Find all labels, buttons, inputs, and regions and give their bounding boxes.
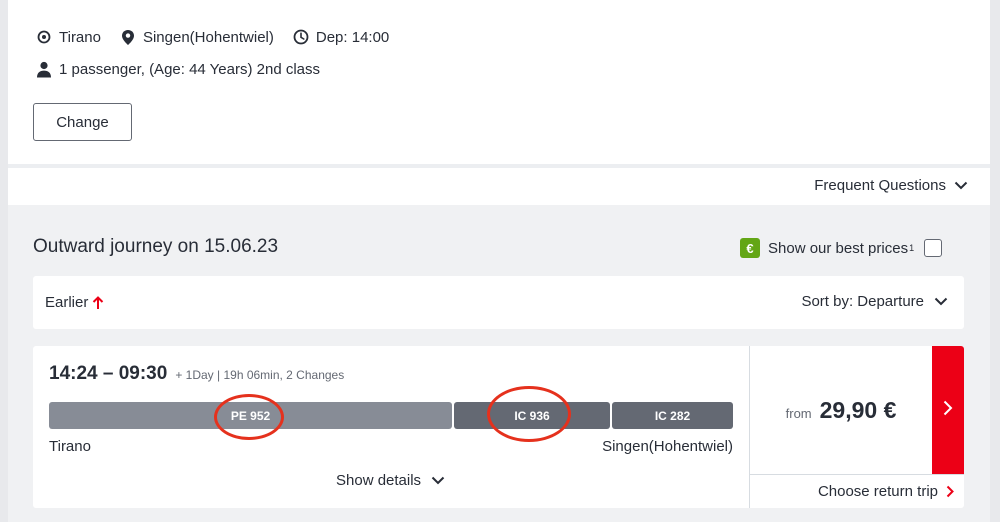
segment-pe-952[interactable]: PE 952: [49, 402, 452, 429]
clock-icon: [292, 28, 310, 46]
price-box[interactable]: from 29,90 €: [750, 346, 932, 474]
chevron-down-icon: [934, 297, 948, 306]
location-pin-icon: [119, 28, 137, 46]
euro-icon: €: [740, 238, 760, 258]
chevron-down-icon: [954, 181, 968, 190]
connection-times: 14:24 – 09:30 + 1Day | 19h 06min, 2 Chan…: [49, 363, 344, 385]
origin-icon: [35, 28, 53, 46]
arrow-up-icon: [92, 295, 104, 310]
chevron-right-icon: [943, 400, 953, 421]
search-summary-row: Tirano Singen(Hohentwiel) Dep: 14:00: [35, 28, 407, 46]
connection-card[interactable]: 14:24 – 09:30 + 1Day | 19h 06min, 2 Chan…: [33, 346, 964, 508]
sort-label: Sort by: Departure: [801, 293, 924, 310]
best-prices-checkbox[interactable]: [924, 239, 943, 257]
show-details-label: Show details: [336, 472, 422, 489]
earlier-sort-bar: Earlier Sort by: Departure: [33, 276, 964, 329]
departure-arrival-times: 14:24 – 09:30: [49, 363, 168, 384]
passenger-info: 1 passenger, (Age: 44 Years) 2nd class: [59, 60, 321, 78]
price-from-label: from: [785, 405, 812, 421]
earlier-label: Earlier: [45, 294, 89, 311]
select-connection-button[interactable]: [932, 346, 964, 474]
chevron-down-icon: [431, 476, 445, 485]
outward-journey-title: Outward journey on 15.06.23: [33, 236, 279, 257]
best-prices-toggle[interactable]: € Show our best prices 1: [740, 238, 943, 258]
return-trip-label: Choose return trip: [817, 483, 938, 500]
to-station: Singen(Hohentwiel): [602, 438, 733, 455]
origin-station: Tirano: [59, 28, 101, 46]
search-summary-card: [8, 0, 990, 164]
passenger-row: 1 passenger, (Age: 44 Years) 2nd class: [35, 60, 338, 78]
show-details-button[interactable]: Show details: [336, 472, 445, 489]
segment-ic-936[interactable]: IC 936: [454, 402, 610, 429]
train-segments: PE 952 IC 936 IC 282: [49, 402, 733, 429]
frequent-questions-label: Frequent Questions: [814, 177, 946, 194]
destination-station: Singen(Hohentwiel): [142, 28, 274, 46]
price-amount: 29,90 €: [819, 396, 897, 423]
connection-details: 14:24 – 09:30 + 1Day | 19h 06min, 2 Chan…: [33, 346, 750, 508]
earlier-button[interactable]: Earlier: [45, 294, 104, 311]
best-prices-footnote: 1: [909, 243, 915, 253]
best-prices-label: Show our best prices: [768, 239, 909, 257]
sort-dropdown[interactable]: Sort by: Departure: [801, 293, 948, 310]
segment-ic-282[interactable]: IC 282: [612, 402, 733, 429]
chevron-right-icon: [946, 485, 954, 498]
departure-time: Dep: 14:00: [315, 28, 390, 46]
connection-meta: + 1Day | 19h 06min, 2 Changes: [175, 368, 345, 382]
frequent-questions-toggle[interactable]: Frequent Questions: [814, 177, 968, 194]
person-icon: [35, 60, 53, 78]
from-station: Tirano: [49, 438, 91, 455]
choose-return-trip-button[interactable]: Choose return trip: [750, 474, 964, 508]
change-button[interactable]: Change: [33, 103, 132, 141]
